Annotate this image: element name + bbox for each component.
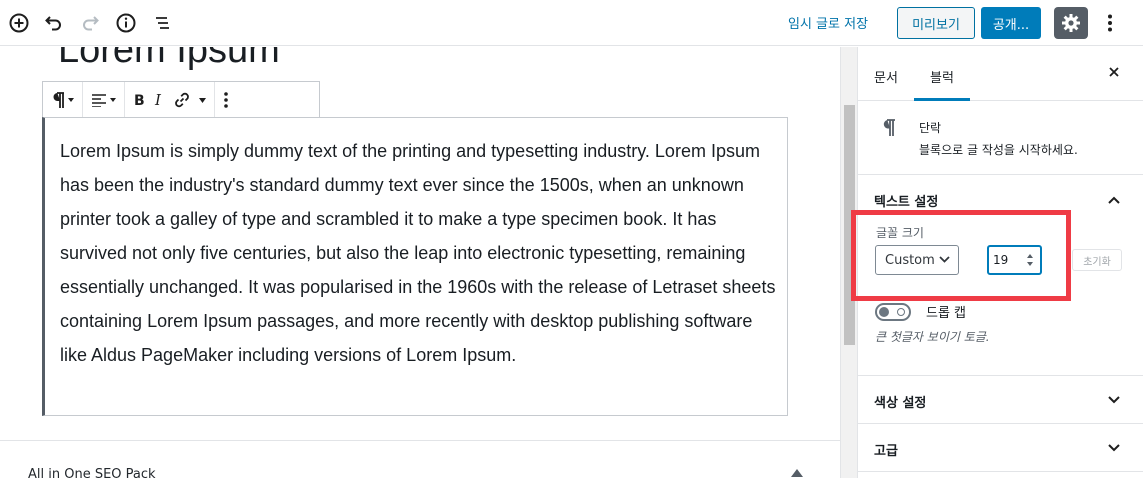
- link-button[interactable]: [169, 82, 195, 118]
- paragraph-icon: [53, 92, 64, 108]
- advanced-title: 고급: [874, 444, 898, 459]
- active-tab-indicator: [914, 98, 970, 101]
- settings-button[interactable]: [1054, 7, 1088, 39]
- toggle-knob: [879, 307, 889, 317]
- caret-down-icon: [199, 97, 206, 103]
- advanced-toggle[interactable]: 고급: [858, 424, 1143, 472]
- bold-button[interactable]: B: [129, 82, 149, 118]
- paragraph-text[interactable]: Lorem Ipsum is simply dummy text of the …: [60, 134, 780, 372]
- undo-icon[interactable]: [42, 11, 66, 35]
- tab-block[interactable]: 블럭: [930, 67, 954, 86]
- block-card-title: 단락: [919, 121, 942, 135]
- drop-cap-label: 드롭 캡: [926, 306, 967, 321]
- block-switcher-button[interactable]: [47, 82, 78, 118]
- chevron-down-icon: [1108, 444, 1120, 452]
- italic-icon: I: [154, 93, 162, 107]
- caret-down-icon: [110, 98, 116, 102]
- meta-box-divider: [0, 440, 840, 441]
- drop-cap-toggle[interactable]: [875, 303, 911, 321]
- seo-panel-title[interactable]: All in One SEO Pack: [28, 467, 156, 478]
- color-settings-title: 색상 설정: [874, 396, 927, 411]
- post-title[interactable]: Lorem Ipsum: [58, 47, 280, 72]
- link-icon: [175, 92, 189, 108]
- settings-sidebar: 문서 블럭 단락 블록으로 글 작성을 시작하세요. 텍스트 설정 글꼴 크기 …: [851, 47, 1143, 478]
- gear-icon: [1062, 14, 1080, 32]
- text-settings-title: 텍스트 설정: [874, 195, 939, 210]
- toggle-off-indicator: [897, 308, 905, 316]
- save-draft-link[interactable]: 임시 글로 저장: [788, 13, 868, 32]
- chevron-up-icon: [1108, 196, 1120, 204]
- close-icon[interactable]: [1108, 66, 1120, 78]
- annotation-highlight-box: [851, 210, 1071, 301]
- align-left-icon: [92, 94, 106, 107]
- preview-button[interactable]: 미리보기: [897, 7, 975, 39]
- tab-document[interactable]: 문서: [874, 67, 898, 86]
- svg-text:B: B: [134, 93, 145, 107]
- block-card: 단락 블록으로 글 작성을 시작하세요.: [858, 102, 1143, 175]
- vertical-ellipsis-icon: [224, 92, 228, 108]
- editor-header: 임시 글로 저장 미리보기 공개...: [0, 0, 1143, 46]
- block-navigation-icon[interactable]: [150, 11, 174, 35]
- paragraph-icon: [883, 119, 895, 136]
- text-align-button[interactable]: [87, 82, 120, 118]
- add-block-icon[interactable]: [7, 11, 31, 35]
- block-card-description: 블록으로 글 작성을 시작하세요.: [919, 143, 1078, 157]
- italic-button[interactable]: I: [149, 82, 169, 118]
- panel-divider: [858, 471, 1143, 472]
- color-settings-toggle[interactable]: 색상 설정: [858, 376, 1143, 424]
- block-toolbar: B I: [42, 81, 320, 119]
- svg-text:I: I: [154, 93, 162, 107]
- caret-up-icon[interactable]: [791, 469, 803, 477]
- sidebar-tabs: 문서 블럭: [858, 47, 1143, 101]
- chevron-down-icon: [1108, 396, 1120, 404]
- drop-cap-help: 큰 첫글자 보이기 토글.: [875, 330, 990, 344]
- publish-button[interactable]: 공개...: [981, 7, 1041, 39]
- caret-down-icon: [68, 98, 74, 102]
- more-rich-text-button[interactable]: [195, 82, 210, 118]
- more-options-icon[interactable]: [1100, 11, 1120, 35]
- paragraph-block[interactable]: Lorem Ipsum is simply dummy text of the …: [42, 117, 788, 416]
- editor-canvas: Lorem Ipsum B I Lorem Ipsum is simply du…: [0, 47, 840, 478]
- bold-icon: B: [134, 93, 145, 107]
- redo-icon[interactable]: [78, 11, 102, 35]
- info-icon[interactable]: [114, 11, 138, 35]
- reset-font-size-button[interactable]: 초기화: [1072, 249, 1122, 271]
- block-more-options-button[interactable]: [219, 82, 233, 118]
